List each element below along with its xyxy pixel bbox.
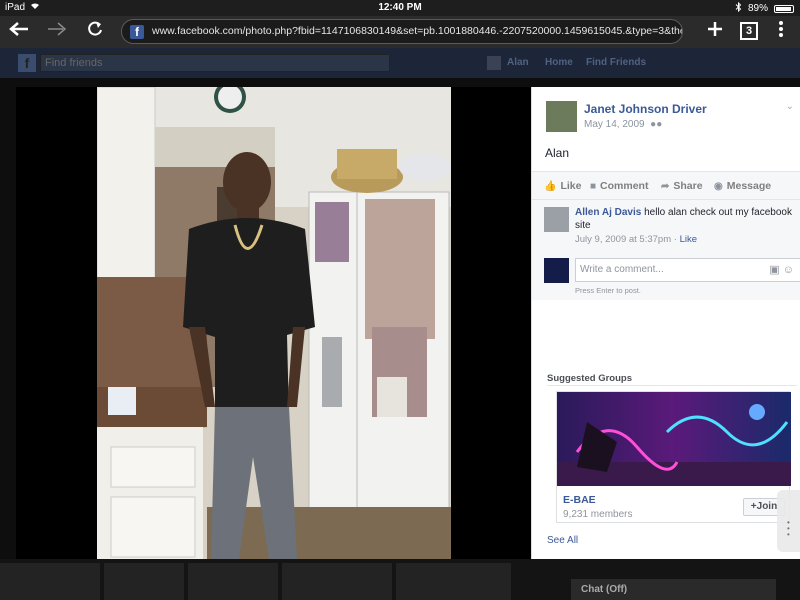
scroll-handle[interactable]: • • • <box>777 490 800 552</box>
group-cover-image[interactable] <box>557 392 791 486</box>
browser-toolbar: f www.facebook.com/photo.php?fbid=114710… <box>0 16 800 48</box>
thumbnail[interactable] <box>104 563 184 600</box>
thumbnail[interactable] <box>188 563 278 600</box>
post-date-text[interactable]: May 14, 2009 <box>584 119 645 130</box>
comment-input-placeholder: Write a comment... <box>580 264 664 275</box>
thumbnail[interactable] <box>282 563 392 600</box>
share-label: Share <box>673 180 703 192</box>
message-icon: ◉ <box>714 180 723 192</box>
nav-profile[interactable]: Alan <box>507 57 529 68</box>
status-bar: iPad 12:40 PM 89% <box>0 0 800 16</box>
comment-author[interactable]: Allen Aj Davis <box>575 207 641 218</box>
comment-body: Allen Aj Davis hello alan check out my f… <box>575 206 795 232</box>
reload-icon[interactable] <box>82 20 108 44</box>
url-text: www.facebook.com/photo.php?fbid=11471068… <box>152 25 683 37</box>
clock: 12:40 PM <box>378 2 422 13</box>
share-button[interactable]: ➦ Share <box>661 180 703 192</box>
group-name[interactable]: E-BAE <box>563 494 596 506</box>
thumbnail[interactable] <box>396 563 511 600</box>
camera-icon[interactable]: ▣ <box>769 264 779 276</box>
comment-button[interactable]: ■ Comment <box>590 180 648 192</box>
photo[interactable] <box>97 87 451 559</box>
group-card[interactable]: E-BAE 9,231 members +Join <box>556 391 791 523</box>
author-avatar[interactable] <box>546 101 577 132</box>
thumbnail[interactable] <box>0 563 100 600</box>
tab-switcher-button[interactable]: 3 <box>740 22 758 40</box>
menu-dots-icon[interactable] <box>768 20 794 44</box>
facebook-logo[interactable]: f <box>18 54 36 72</box>
smiley-icon[interactable]: ☺ <box>783 264 794 276</box>
battery-icon <box>774 4 794 13</box>
like-label: Like <box>560 180 582 192</box>
facebook-header: f Find friends Alan Home Find Friends <box>0 48 800 78</box>
see-all-link[interactable]: See All <box>547 535 578 546</box>
chat-bar[interactable]: Chat (Off) <box>571 579 776 600</box>
audience-icon: ●● <box>647 119 663 130</box>
back-arrow-icon[interactable] <box>6 20 32 44</box>
suggested-groups-title: Suggested Groups <box>547 373 632 384</box>
post-hint: Press Enter to post. <box>575 286 641 295</box>
post-actions: 👍 Like ■ Comment ➦ Share ◉ Message <box>532 171 800 199</box>
photo-caption: Alan <box>545 146 570 160</box>
separator: · <box>673 234 677 245</box>
commenter-avatar[interactable] <box>544 207 569 232</box>
comment-meta: July 9, 2009 at 5:37pm · Like <box>575 234 697 245</box>
post-date: May 14, 2009 ●● <box>584 119 662 130</box>
facebook-favicon-icon: f <box>130 25 144 39</box>
comment-input[interactable]: Write a comment... ▣ ☺ <box>575 258 800 282</box>
join-label: Join <box>756 501 778 512</box>
thumbs-up-icon: 👍 <box>544 180 557 192</box>
message-button[interactable]: ◉ Message <box>714 180 771 192</box>
group-members: 9,231 members <box>563 509 633 520</box>
post-author[interactable]: Janet Johnson Driver <box>584 102 707 116</box>
avatar[interactable] <box>487 56 501 70</box>
comment-like-link[interactable]: Like <box>680 234 697 245</box>
forward-arrow-icon[interactable] <box>44 20 70 44</box>
battery-percent: 89% <box>747 3 768 14</box>
comments-section: Allen Aj Davis hello alan check out my f… <box>532 199 800 300</box>
search-input[interactable]: Find friends <box>40 54 390 72</box>
share-icon: ➦ <box>661 180 670 192</box>
nav-find-friends[interactable]: Find Friends <box>586 57 646 68</box>
my-avatar <box>544 258 569 283</box>
comment-label: Comment <box>600 180 649 192</box>
bluetooth-icon <box>735 1 742 15</box>
like-button[interactable]: 👍 Like <box>544 180 581 192</box>
comment-icon: ■ <box>590 180 597 192</box>
divider <box>547 385 797 386</box>
chevron-down-icon[interactable]: ⌄ <box>786 101 794 112</box>
photo-side-panel: Janet Johnson Driver May 14, 2009 ●● ⌄ A… <box>531 87 800 559</box>
screen: iPad 12:40 PM 89% f www.facebook.com/pho… <box>0 0 800 600</box>
nav-home[interactable]: Home <box>545 57 573 68</box>
comment-time[interactable]: July 9, 2009 at 5:37pm <box>575 234 671 245</box>
address-bar[interactable]: f www.facebook.com/photo.php?fbid=114710… <box>121 19 683 44</box>
message-label: Message <box>726 180 772 192</box>
handle-dots-icon: • • • <box>787 518 790 539</box>
add-tab-icon[interactable] <box>702 20 728 44</box>
